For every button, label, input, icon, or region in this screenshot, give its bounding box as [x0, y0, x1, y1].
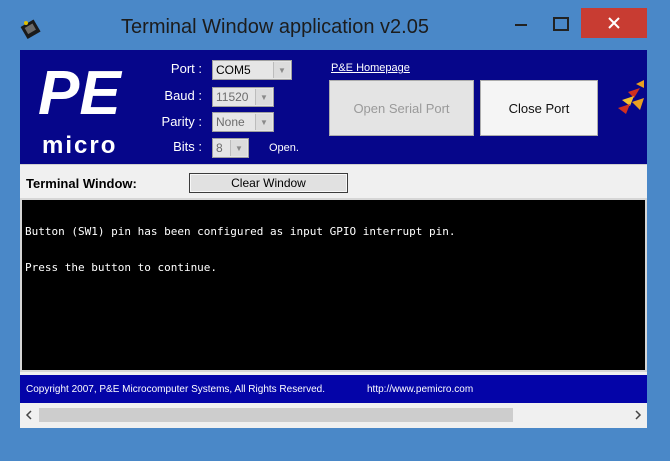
bits-value: 8: [216, 141, 223, 155]
maximize-icon: [553, 17, 569, 31]
chevron-down-icon[interactable]: ▼: [273, 62, 290, 78]
chevron-down-icon[interactable]: ▼: [255, 114, 272, 130]
window-title: Terminal Window application v2.05: [121, 16, 429, 38]
horizontal-scrollbar[interactable]: [20, 405, 647, 425]
chevron-left-icon: [25, 410, 32, 420]
terminal-line: Button (SW1) pin has been configured as …: [25, 225, 456, 238]
open-serial-port-button[interactable]: Open Serial Port: [329, 80, 474, 136]
port-label: Port :: [170, 61, 202, 76]
scroll-left-button[interactable]: [20, 405, 38, 425]
close-icon: [608, 17, 620, 29]
pe-micro-logo: PE micro: [38, 60, 122, 159]
website-url: http://www.pemicro.com: [367, 384, 474, 395]
terminal-toolbar: Terminal Window: Clear Window: [20, 164, 647, 199]
pe-emblem-icon: [618, 80, 644, 114]
bits-label: Bits :: [173, 139, 202, 154]
application-window: Terminal Window application v2.05 PE mic…: [0, 0, 670, 461]
terminal-output[interactable]: Button (SW1) pin has been configured as …: [20, 198, 647, 372]
parity-value: None: [216, 115, 245, 129]
header-panel: PE micro Port : COM5 ▼ Baud : 11520 ▼ Pa…: [20, 50, 647, 164]
scroll-right-button[interactable]: [629, 405, 647, 425]
footer-bar: Copyright 2007, P&E Microcomputer System…: [20, 375, 647, 403]
parity-select[interactable]: None ▼: [212, 112, 274, 132]
minimize-icon: [515, 24, 527, 26]
port-select[interactable]: COM5 ▼: [212, 60, 292, 80]
bits-select[interactable]: 8 ▼: [212, 138, 249, 158]
close-window-button[interactable]: [581, 8, 647, 38]
svg-text:micro: micro: [42, 132, 117, 159]
connection-status: Open.: [269, 142, 299, 154]
homepage-link[interactable]: P&E Homepage: [331, 62, 410, 74]
chevron-down-icon[interactable]: ▼: [230, 140, 247, 156]
close-port-button[interactable]: Close Port: [480, 80, 598, 136]
maximize-button[interactable]: [543, 8, 579, 40]
baud-select[interactable]: 11520 ▼: [212, 87, 274, 107]
port-value: COM5: [216, 63, 251, 77]
client-area: PE micro Port : COM5 ▼ Baud : 11520 ▼ Pa…: [20, 50, 647, 428]
terminal-window-label: Terminal Window:: [26, 176, 137, 191]
minimize-button[interactable]: [503, 8, 539, 40]
chevron-right-icon: [635, 410, 642, 420]
baud-label: Baud :: [164, 88, 202, 103]
clear-window-button[interactable]: Clear Window: [189, 173, 348, 193]
copyright-text: Copyright 2007, P&E Microcomputer System…: [26, 384, 326, 395]
chevron-down-icon[interactable]: ▼: [255, 89, 272, 105]
parity-label: Parity :: [161, 114, 202, 129]
baud-value: 11520: [216, 90, 249, 104]
title-bar[interactable]: Terminal Window application v2.05: [0, 0, 670, 50]
svg-text:PE: PE: [38, 60, 122, 128]
terminal-line: Press the button to continue.: [25, 261, 218, 274]
scrollbar-thumb[interactable]: [39, 408, 513, 422]
